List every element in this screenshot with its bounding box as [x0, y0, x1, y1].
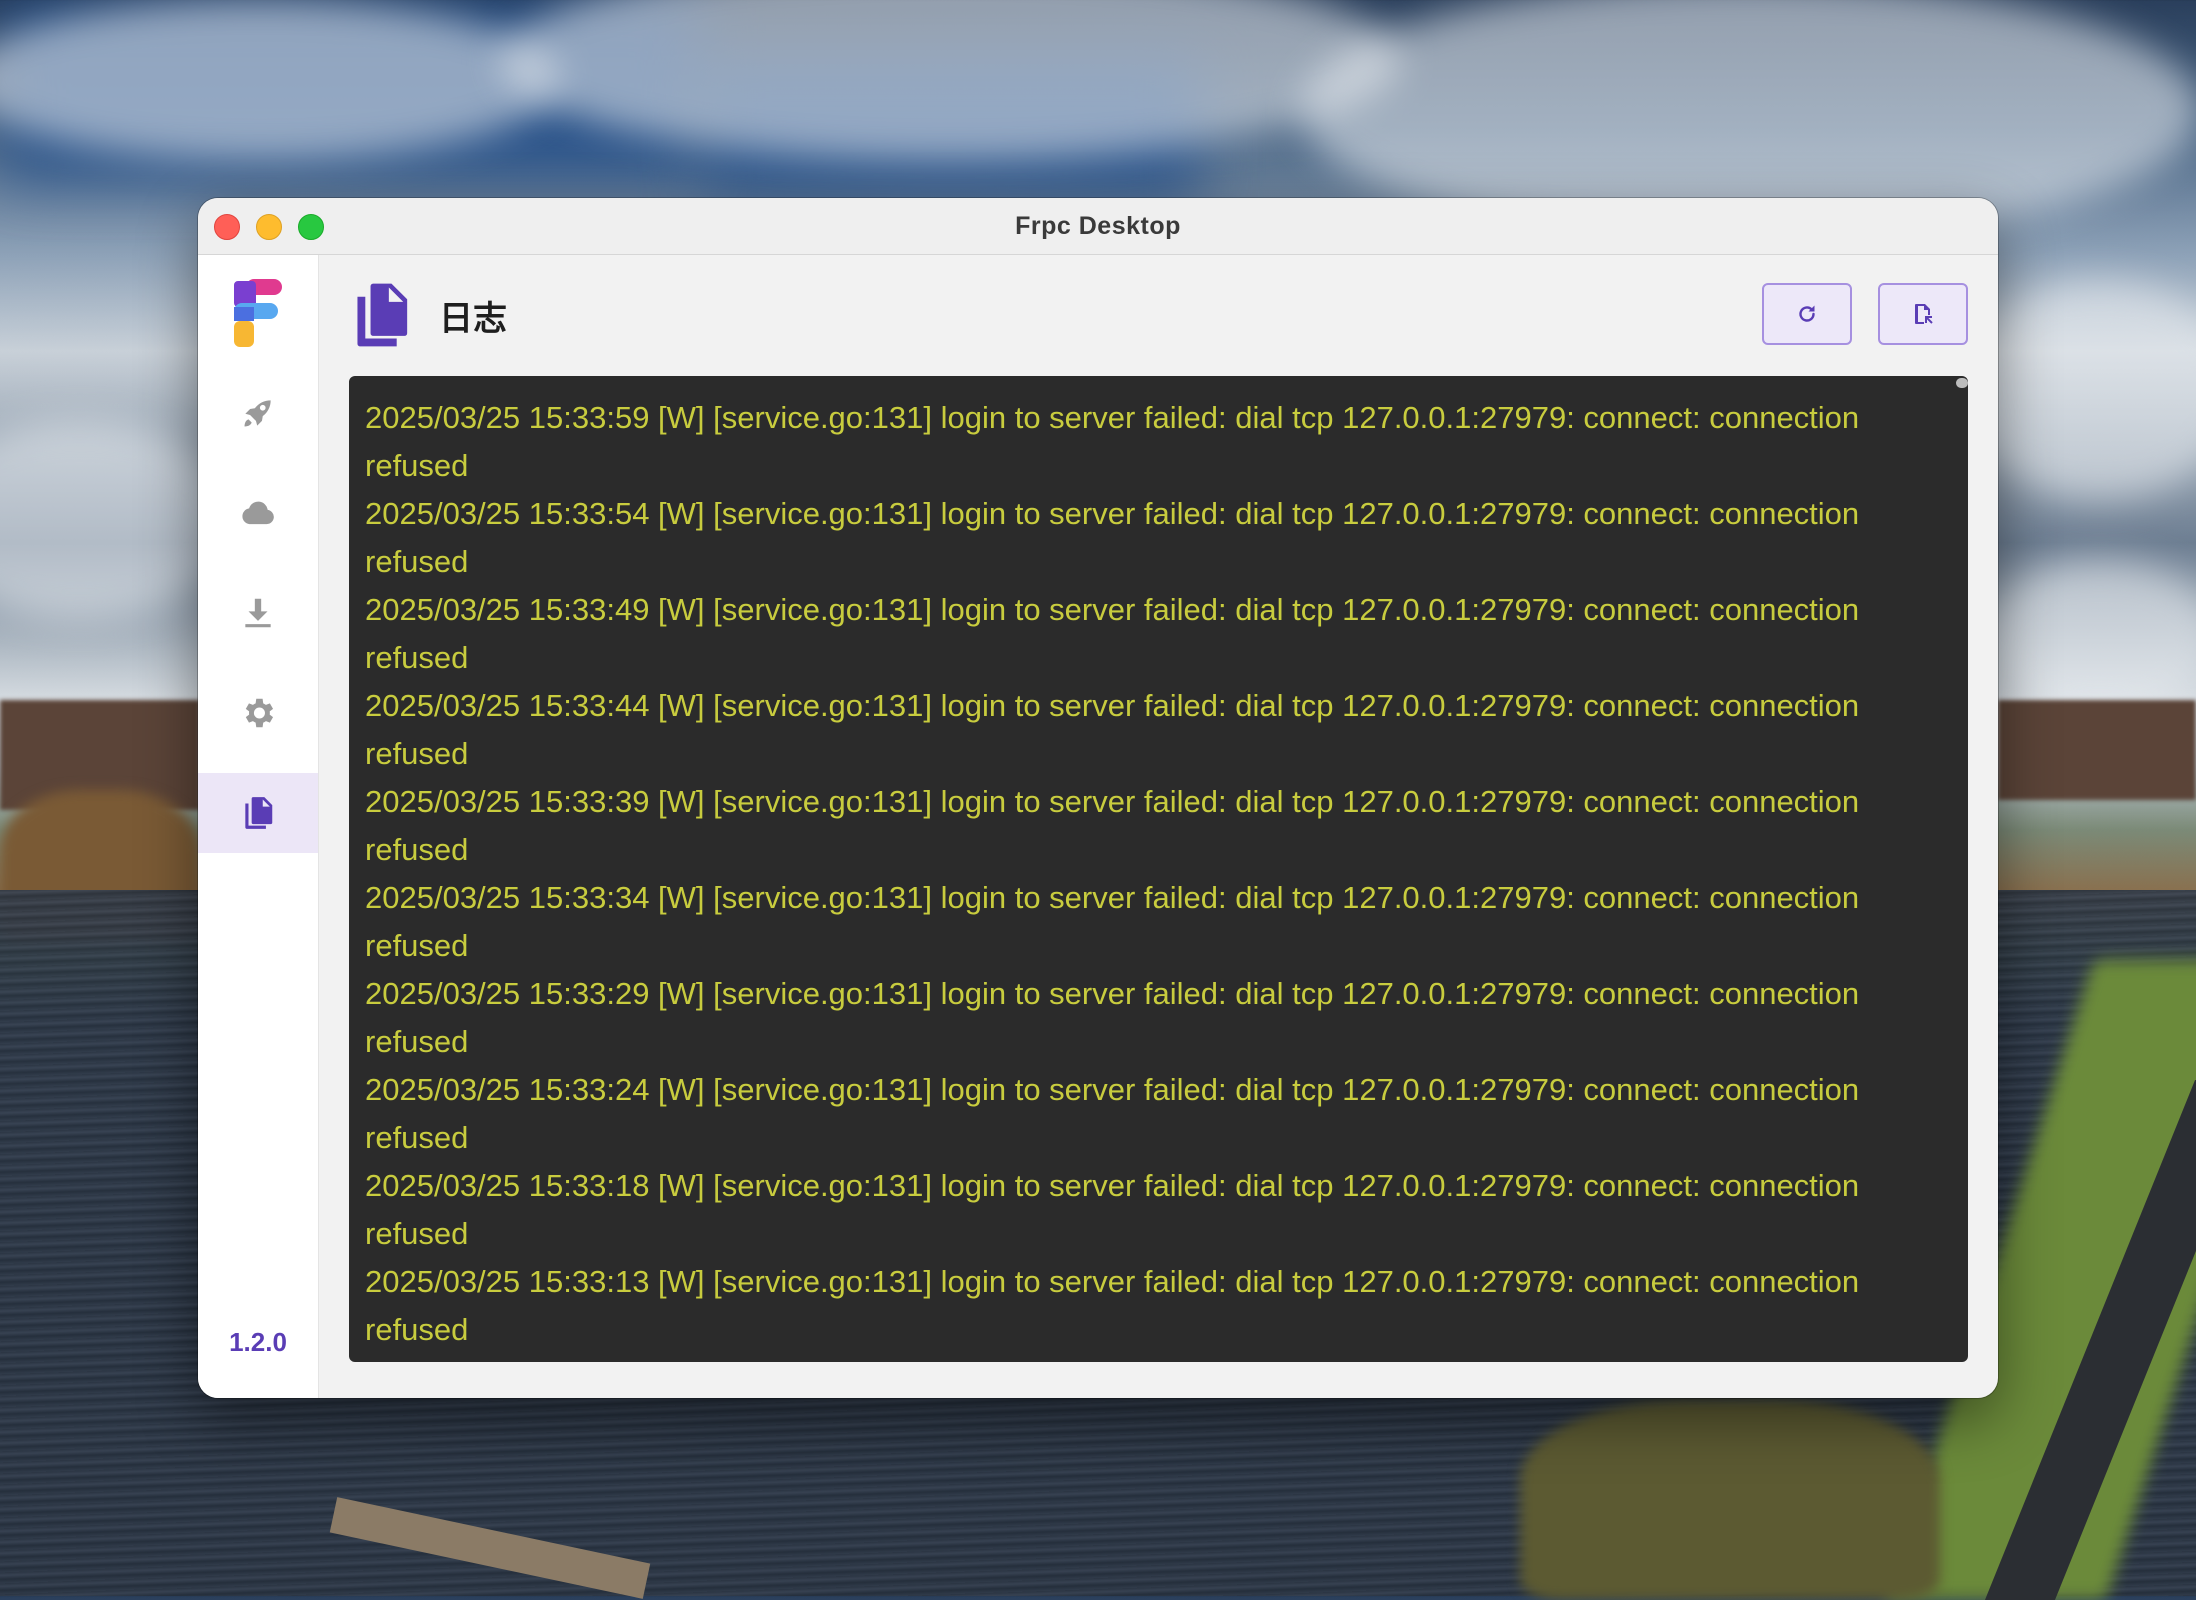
page-header: 日志 [349, 281, 507, 349]
log-line: 2025/03/25 15:33:49 [W] [service.go:131]… [365, 592, 1860, 675]
open-log-file-button[interactable] [1878, 283, 1968, 345]
window-controls [214, 214, 324, 240]
app-version: 1.2.0 [229, 1327, 287, 1357]
sidebar-nav [198, 373, 318, 873]
sidebar: 1.2.0 [198, 255, 319, 1398]
main-content: 日志 2025/03/25 15:33:59 [W] [service.go:1… [319, 255, 1998, 1398]
file-export-icon [1915, 304, 1933, 324]
console-scrollbar[interactable] [1956, 378, 1968, 388]
sidebar-item-logs[interactable] [198, 773, 318, 853]
maximize-window-button[interactable] [298, 214, 324, 240]
gear-icon [245, 698, 274, 728]
window-title: Frpc Desktop [1015, 211, 1181, 240]
document-copy-icon [349, 281, 413, 349]
page-title: 日志 [439, 299, 507, 338]
document-copy-icon [245, 797, 273, 829]
sidebar-item-settings[interactable] [198, 673, 318, 753]
app-logo [232, 277, 284, 351]
log-line: 2025/03/25 15:33:24 [W] [service.go:131]… [365, 1072, 1860, 1155]
log-line: 2025/03/25 15:33:54 [W] [service.go:131]… [365, 496, 1860, 579]
log-line: 2025/03/25 15:33:29 [W] [service.go:131]… [365, 976, 1860, 1059]
log-console[interactable]: 2025/03/25 15:33:59 [W] [service.go:131]… [349, 376, 1968, 1362]
close-window-button[interactable] [214, 214, 240, 240]
header-actions [1762, 283, 1968, 345]
log-line: 2025/03/25 15:33:59 [W] [service.go:131]… [365, 400, 1860, 483]
rocket-icon [244, 400, 271, 427]
log-line: 2025/03/25 15:33:18 [W] [service.go:131]… [365, 1168, 1860, 1251]
log-list: 2025/03/25 15:33:59 [W] [service.go:131]… [349, 376, 1968, 1354]
app-window: Frpc Desktop 1.2.0 日志 2025/03/25 15:33:5… [198, 198, 1998, 1398]
sidebar-item-download[interactable] [198, 573, 318, 653]
sidebar-item-rocket[interactable] [198, 373, 318, 453]
log-line: 2025/03/25 15:33:39 [W] [service.go:131]… [365, 784, 1860, 867]
cloud-icon [242, 501, 274, 525]
download-icon [245, 598, 271, 628]
log-line: 2025/03/25 15:33:44 [W] [service.go:131]… [365, 688, 1860, 771]
log-line: 2025/03/25 15:33:13 [W] [service.go:131]… [365, 1264, 1860, 1347]
refresh-button[interactable] [1762, 283, 1852, 345]
title-bar: Frpc Desktop [198, 198, 1998, 255]
sidebar-item-cloud[interactable] [198, 473, 318, 553]
log-line: 2025/03/25 15:33:34 [W] [service.go:131]… [365, 880, 1860, 963]
minimize-window-button[interactable] [256, 214, 282, 240]
refresh-icon [1799, 305, 1815, 322]
